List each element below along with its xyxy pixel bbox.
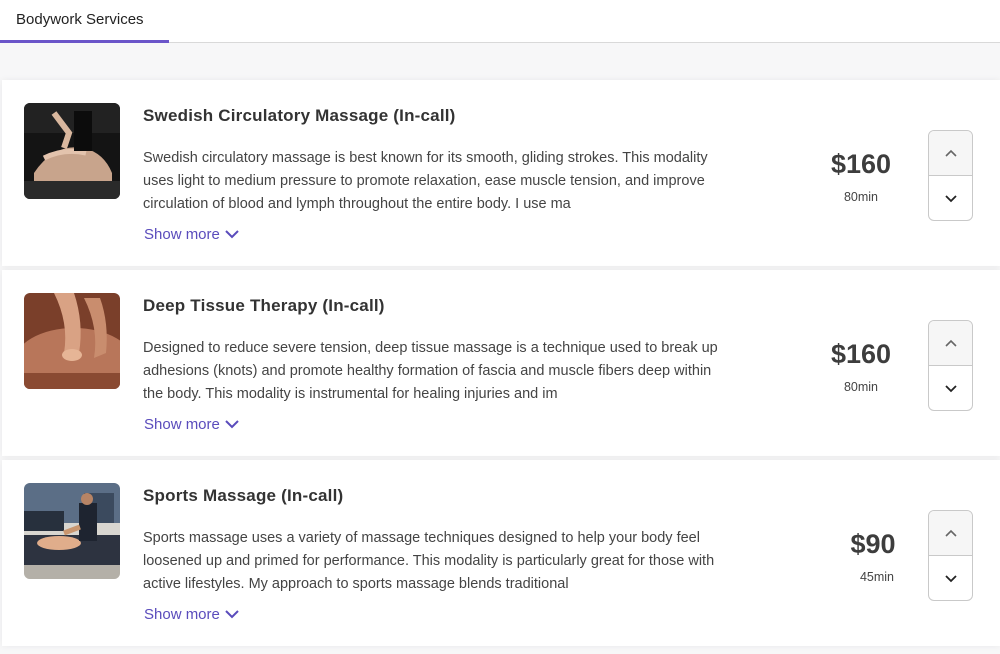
- service-duration: 80min: [843, 190, 879, 204]
- decrement-button[interactable]: [929, 556, 972, 600]
- service-description: Designed to reduce severe tension, deep …: [143, 340, 718, 402]
- service-thumbnail[interactable]: [24, 293, 120, 389]
- service-thumbnail[interactable]: [24, 483, 120, 579]
- service-card: Deep Tissue Therapy (In-call) Designed t…: [2, 270, 1000, 456]
- chevron-down-icon: [944, 574, 957, 582]
- service-price: $160: [830, 339, 892, 369]
- chevron-up-icon: [944, 529, 957, 537]
- service-price: $90: [850, 529, 896, 559]
- increment-button[interactable]: [929, 131, 972, 176]
- service-duration: 45min: [859, 570, 895, 584]
- increment-button[interactable]: [929, 511, 972, 556]
- decrement-button[interactable]: [929, 366, 972, 410]
- chevron-down-icon: [944, 194, 957, 202]
- quantity-stepper: [928, 510, 973, 601]
- increment-button[interactable]: [929, 321, 972, 366]
- service-card: Swedish Circulatory Massage (In-call) Sw…: [2, 80, 1000, 266]
- tab-bodywork-services[interactable]: Bodywork Services: [0, 0, 169, 43]
- service-card: Sports Massage (In-call) Sports massage …: [2, 460, 1000, 646]
- service-thumbnail[interactable]: [24, 103, 120, 199]
- service-description: Swedish circulatory massage is best know…: [143, 150, 708, 212]
- chevron-down-icon: [225, 230, 239, 239]
- show-more-link[interactable]: Show more: [144, 606, 239, 623]
- service-title: Sports Massage (In-call): [143, 486, 344, 505]
- chevron-up-icon: [944, 339, 957, 347]
- chevron-down-icon: [225, 420, 239, 429]
- service-title: Swedish Circulatory Massage (In-call): [143, 106, 456, 125]
- tab-bar: Bodywork Services: [0, 0, 1000, 43]
- chevron-down-icon: [944, 384, 957, 392]
- show-more-link[interactable]: Show more: [144, 226, 239, 243]
- chevron-up-icon: [944, 149, 957, 157]
- service-duration: 80min: [843, 380, 879, 394]
- quantity-stepper: [928, 130, 973, 221]
- chevron-down-icon: [225, 610, 239, 619]
- quantity-stepper: [928, 320, 973, 411]
- service-price: $160: [830, 149, 892, 179]
- show-more-link[interactable]: Show more: [144, 416, 239, 433]
- service-description: Sports massage uses a variety of massage…: [143, 530, 715, 592]
- service-title: Deep Tissue Therapy (In-call): [143, 296, 385, 315]
- decrement-button[interactable]: [929, 176, 972, 220]
